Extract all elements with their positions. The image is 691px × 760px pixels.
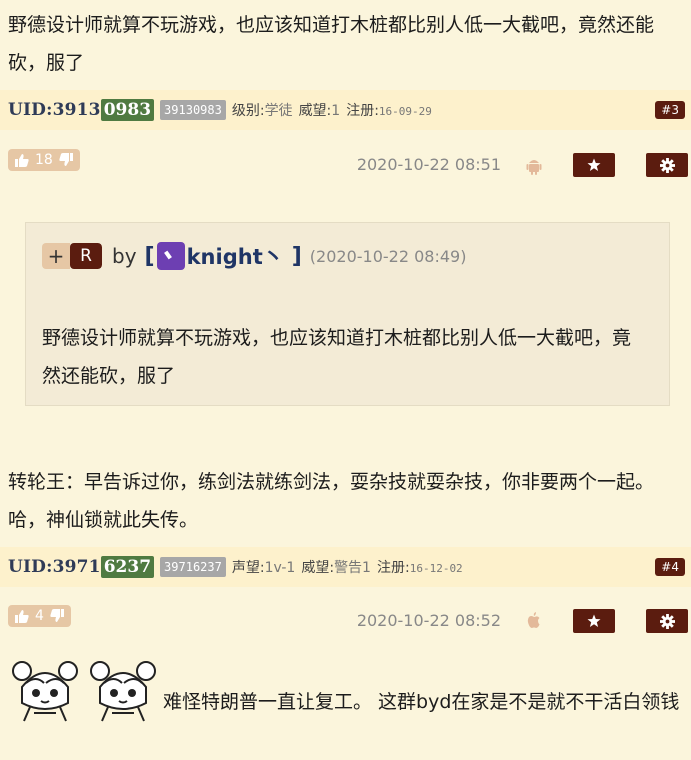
- quoted-username[interactable]: knight丶: [187, 241, 284, 271]
- uid-full: 39716237: [160, 557, 226, 577]
- post-body-text: 野德设计师就算不玩游戏，也应该知道打木桩都比别人低一大截吧，竟然还能砍，服了: [8, 14, 655, 74]
- gear-icon: [659, 613, 675, 629]
- register-field: 注册:16-12-02: [376, 560, 463, 576]
- like-counter[interactable]: 4: [8, 605, 71, 627]
- register-field: 注册:16-09-29: [346, 103, 432, 119]
- quote-block: + R by [ knight丶 ] (2020-10-22 08:49) 野德…: [25, 222, 670, 406]
- post-time: 2020-10-22 08:51: [356, 155, 501, 174]
- uid-highlight[interactable]: 6237: [100, 556, 155, 578]
- star-icon: [587, 614, 601, 627]
- android-icon: [526, 160, 542, 175]
- gear-icon: [659, 157, 675, 173]
- uid-full: 39130983: [160, 100, 226, 120]
- avatar[interactable]: [156, 242, 185, 270]
- thumbs-up-icon[interactable]: [14, 153, 29, 167]
- post-meta-row: UID:3971 6237 39716237 声望:1v-1 威望:警告1 注册:…: [0, 547, 691, 587]
- uid-label[interactable]: UID:3971: [8, 557, 101, 577]
- like-counter[interactable]: 18: [8, 149, 80, 171]
- favorite-button[interactable]: [573, 153, 615, 177]
- thumbs-up-icon[interactable]: [14, 609, 29, 623]
- quote-header: + R by [ knight丶 ] (2020-10-22 08:49): [42, 241, 466, 271]
- settings-button[interactable]: [646, 153, 688, 177]
- apple-icon: [527, 612, 540, 628]
- level-field: 级别:学徒: [231, 103, 293, 119]
- like-count: 4: [35, 608, 44, 624]
- quote-reply-toggle[interactable]: + R: [42, 243, 102, 269]
- floor-badge[interactable]: #4: [655, 558, 685, 576]
- thumbs-down-icon[interactable]: [59, 153, 74, 167]
- uid-label[interactable]: UID:3913: [8, 100, 101, 120]
- quote-text: 野德设计师就算不玩游戏，也应该知道打木桩都比别人低一大截吧，竟然还能砍，服了: [42, 327, 632, 387]
- quote-by: by: [112, 244, 137, 268]
- thumbs-down-icon[interactable]: [50, 609, 65, 623]
- post-time: 2020-10-22 08:52: [356, 611, 501, 630]
- floor-badge[interactable]: #3: [655, 101, 685, 119]
- reputation-field: 声望:1v-1: [231, 560, 296, 576]
- bracket-close: ]: [291, 243, 302, 269]
- uid-highlight[interactable]: 0983: [100, 99, 155, 121]
- prestige-field: 威望:警告1: [301, 560, 371, 576]
- post-meta-row: UID:3913 0983 39130983 级别:学徒 威望:1 注册:16-0…: [0, 90, 691, 130]
- plus-icon[interactable]: +: [42, 243, 70, 269]
- star-icon: [587, 158, 601, 171]
- bracket-open: [: [144, 243, 155, 269]
- reply-badge[interactable]: R: [70, 243, 102, 269]
- reply-text: 转轮王：早告诉过你，练剑法就练剑法，耍杂技就耍杂技，你非要两个一起。哈，神仙锁就…: [8, 471, 655, 531]
- prestige-field: 威望:1: [298, 103, 341, 119]
- favorite-button[interactable]: [573, 609, 615, 633]
- settings-button[interactable]: [646, 609, 688, 633]
- quote-time: (2020-10-22 08:49): [309, 246, 467, 266]
- post-body-text: 难怪特朗普一直让复工。 这群byd在家是不是就不干活白领钱: [163, 691, 680, 713]
- like-count: 18: [35, 152, 53, 168]
